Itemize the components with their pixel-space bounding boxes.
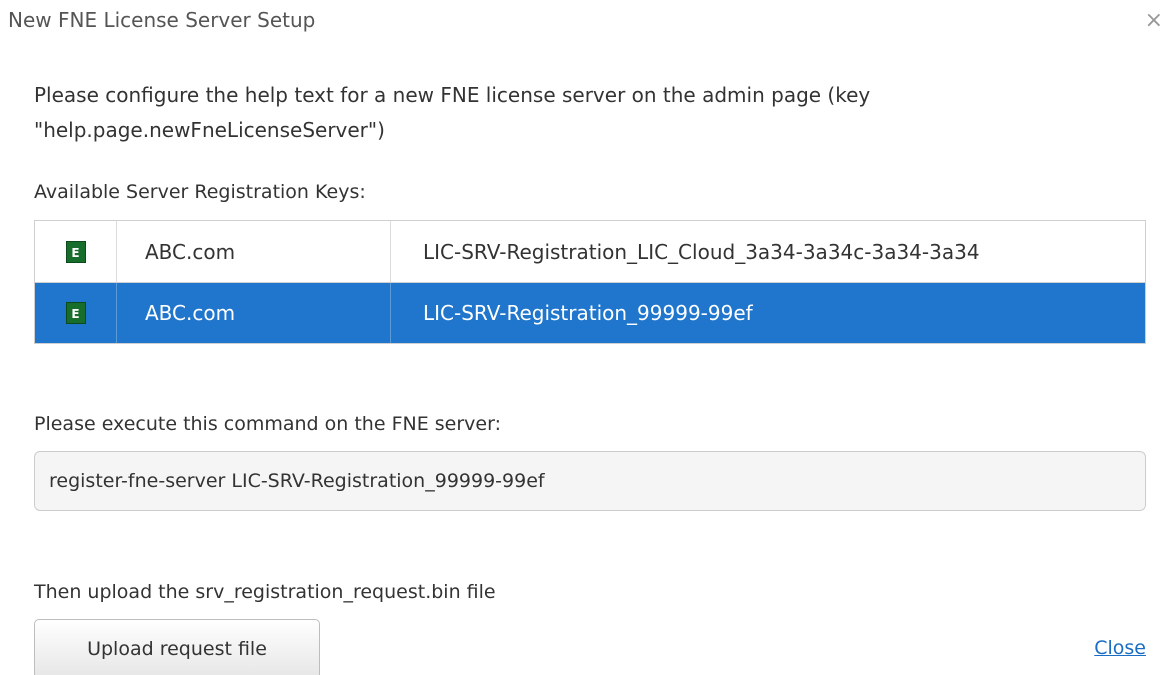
- row-icon-cell: E: [35, 221, 117, 282]
- upload-label: Then upload the srv_registration_request…: [34, 581, 496, 603]
- row-domain: ABC.com: [117, 221, 391, 282]
- close-icon[interactable]: ×: [1145, 10, 1163, 32]
- registration-keys-table: E ABC.com LIC-SRV-Registration_LIC_Cloud…: [34, 220, 1146, 344]
- keys-label: Available Server Registration Keys:: [34, 181, 366, 203]
- row-domain: ABC.com: [117, 283, 391, 343]
- upload-request-file-button[interactable]: Upload request file: [34, 619, 320, 675]
- row-registration-key: LIC-SRV-Registration_99999-99ef: [423, 301, 753, 325]
- command-field[interactable]: [34, 451, 1146, 511]
- fne-server-icon: E: [65, 240, 86, 263]
- row-icon-cell: E: [35, 283, 117, 343]
- table-row-selected[interactable]: E ABC.com LIC-SRV-Registration_99999-99e…: [35, 282, 1145, 343]
- fne-server-icon: E: [65, 302, 86, 324]
- close-link[interactable]: Close: [1094, 637, 1146, 659]
- fne-setup-dialog: New FNE License Server Setup × Please co…: [0, 0, 1173, 675]
- table-row[interactable]: E ABC.com LIC-SRV-Registration_LIC_Cloud…: [35, 221, 1145, 282]
- help-text: Please configure the help text for a new…: [34, 83, 871, 142]
- command-label: Please execute this command on the FNE s…: [34, 413, 501, 435]
- row-registration-key: LIC-SRV-Registration_LIC_Cloud_3a34-3a34…: [423, 239, 980, 264]
- dialog-title: New FNE License Server Setup: [8, 8, 316, 32]
